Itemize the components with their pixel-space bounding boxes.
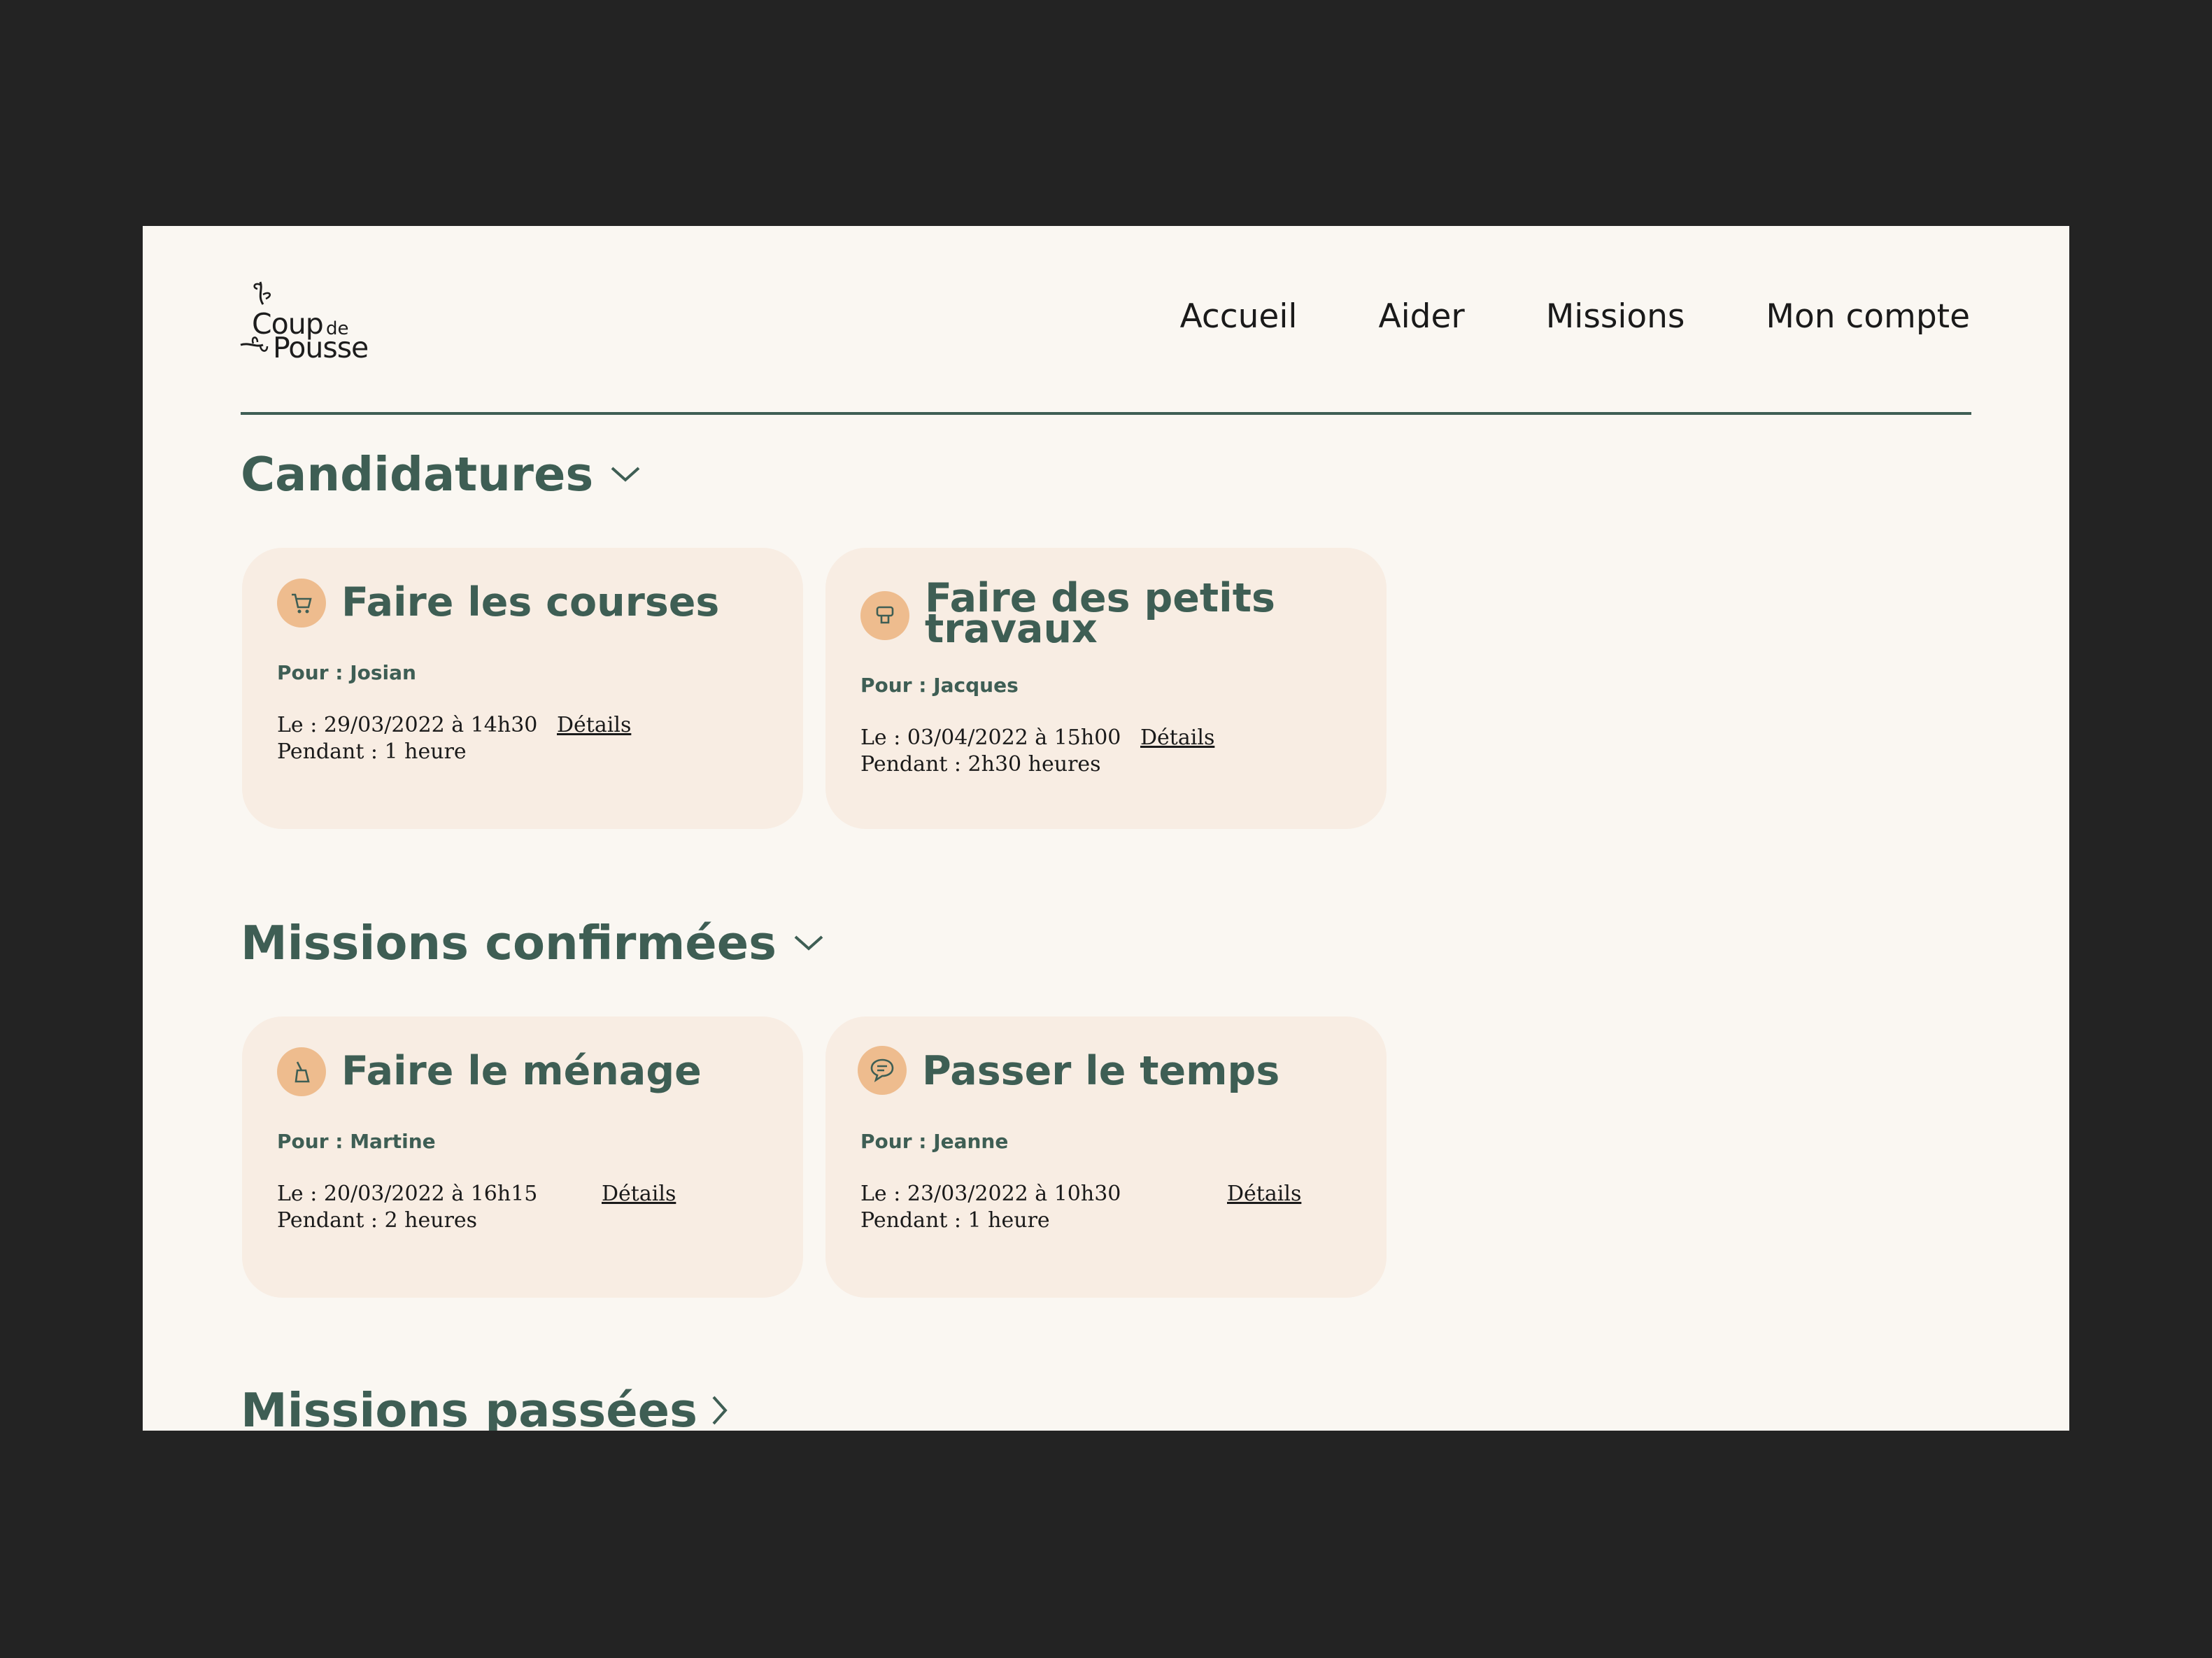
card-title: Faire des petits travaux bbox=[925, 575, 1275, 652]
details-link[interactable]: Détails bbox=[1227, 1182, 1301, 1206]
nav-aider[interactable]: Aider bbox=[1378, 297, 1464, 336]
section-candidatures-title: Candidatures bbox=[241, 447, 594, 502]
card-faire-des-petits-travaux[interactable]: Faire des petits travaux Pour : Jacques … bbox=[825, 548, 1387, 829]
details-link[interactable]: Détails bbox=[602, 1182, 676, 1206]
nav-mon-compte[interactable]: Mon compte bbox=[1766, 297, 1970, 336]
card-title: Passer le temps bbox=[922, 1048, 1280, 1094]
logo-text-pousse: Pousse bbox=[273, 331, 369, 364]
card-duration: Pendant : 1 heure bbox=[860, 1208, 1050, 1233]
coup-de-pousse-logo[interactable]: Coup de Pousse bbox=[239, 275, 386, 366]
details-link[interactable]: Détails bbox=[557, 713, 631, 737]
card-date: Le : 20/03/2022 à 16h15 bbox=[277, 1182, 538, 1206]
section-passees-toggle[interactable]: Missions passées bbox=[241, 1383, 730, 1431]
chat-bubbles-icon bbox=[858, 1046, 907, 1095]
header-divider bbox=[241, 412, 1971, 415]
card-passer-le-temps[interactable]: Passer le temps Pour : Jeanne Le : 23/03… bbox=[825, 1016, 1387, 1298]
chevron-right-icon bbox=[712, 1396, 728, 1425]
chevron-down-icon bbox=[611, 467, 640, 482]
details-link[interactable]: Détails bbox=[1140, 725, 1214, 750]
section-confirmees-title: Missions confirmées bbox=[241, 916, 777, 970]
section-candidatures-toggle[interactable]: Candidatures bbox=[241, 447, 641, 502]
broom-icon bbox=[277, 1047, 326, 1096]
app-window: Coup de Pousse Accueil Aider Missions Mo… bbox=[143, 226, 2069, 1431]
card-duration: Pendant : 1 heure bbox=[277, 739, 467, 764]
card-recipient: Pour : Jeanne bbox=[860, 1130, 1009, 1153]
nav-accueil[interactable]: Accueil bbox=[1180, 297, 1298, 336]
card-recipient: Pour : Josian bbox=[277, 661, 416, 684]
paint-roller-icon bbox=[860, 591, 909, 640]
card-duration: Pendant : 2 heures bbox=[277, 1208, 478, 1233]
main-nav: Accueil Aider Missions Mon compte bbox=[1099, 297, 1970, 336]
chevron-down-icon bbox=[794, 935, 823, 951]
card-date: Le : 03/04/2022 à 15h00 bbox=[860, 725, 1121, 750]
card-recipient: Pour : Jacques bbox=[860, 674, 1019, 697]
card-date: Le : 29/03/2022 à 14h30 bbox=[277, 713, 538, 737]
card-title: Faire les courses bbox=[341, 579, 720, 625]
card-recipient: Pour : Martine bbox=[277, 1130, 436, 1153]
section-passees-title: Missions passées bbox=[241, 1383, 697, 1431]
card-faire-le-menage[interactable]: Faire le ménage Pour : Martine Le : 20/0… bbox=[242, 1016, 803, 1298]
section-confirmees-toggle[interactable]: Missions confirmées bbox=[241, 916, 824, 970]
card-faire-les-courses[interactable]: Faire les courses Pour : Josian Le : 29/… bbox=[242, 548, 803, 829]
card-title: Faire le ménage bbox=[341, 1048, 702, 1094]
nav-missions[interactable]: Missions bbox=[1546, 297, 1685, 336]
card-duration: Pendant : 2h30 heures bbox=[860, 752, 1101, 777]
card-date: Le : 23/03/2022 à 10h30 bbox=[860, 1182, 1121, 1206]
shopping-cart-icon bbox=[277, 579, 326, 628]
